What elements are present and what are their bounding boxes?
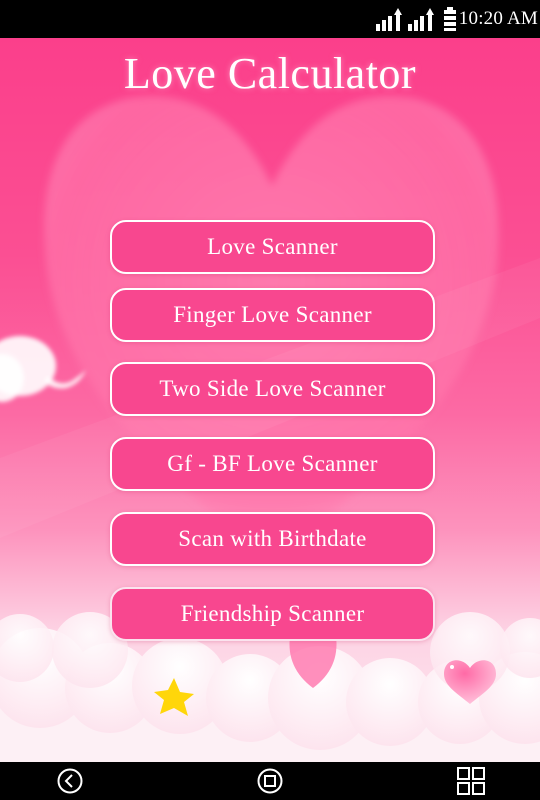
battery-icon [443, 7, 456, 31]
gf-bf-love-scanner-button[interactable]: Gf - BF Love Scanner [110, 437, 435, 491]
clock: 10:20 AM [458, 8, 538, 29]
app-screen: Love Calculator Love Scanner Finger Love… [0, 38, 540, 762]
status-bar: 10:20 AM [0, 0, 540, 38]
home-icon[interactable] [256, 767, 284, 795]
scan-with-birthdate-button[interactable]: Scan with Birthdate [110, 512, 435, 566]
navigation-bar [0, 762, 540, 800]
friendship-scanner-button[interactable]: Friendship Scanner [110, 587, 435, 641]
app-title: Love Calculator [123, 49, 417, 98]
finger-love-scanner-button[interactable]: Finger Love Scanner [110, 288, 435, 342]
two-side-love-scanner-button[interactable]: Two Side Love Scanner [110, 362, 435, 416]
back-icon[interactable] [56, 767, 84, 795]
signal-icon [375, 8, 402, 31]
love-scanner-button[interactable]: Love Scanner [110, 220, 435, 274]
recent-apps-icon[interactable] [457, 767, 485, 795]
signal-icon [407, 8, 434, 31]
